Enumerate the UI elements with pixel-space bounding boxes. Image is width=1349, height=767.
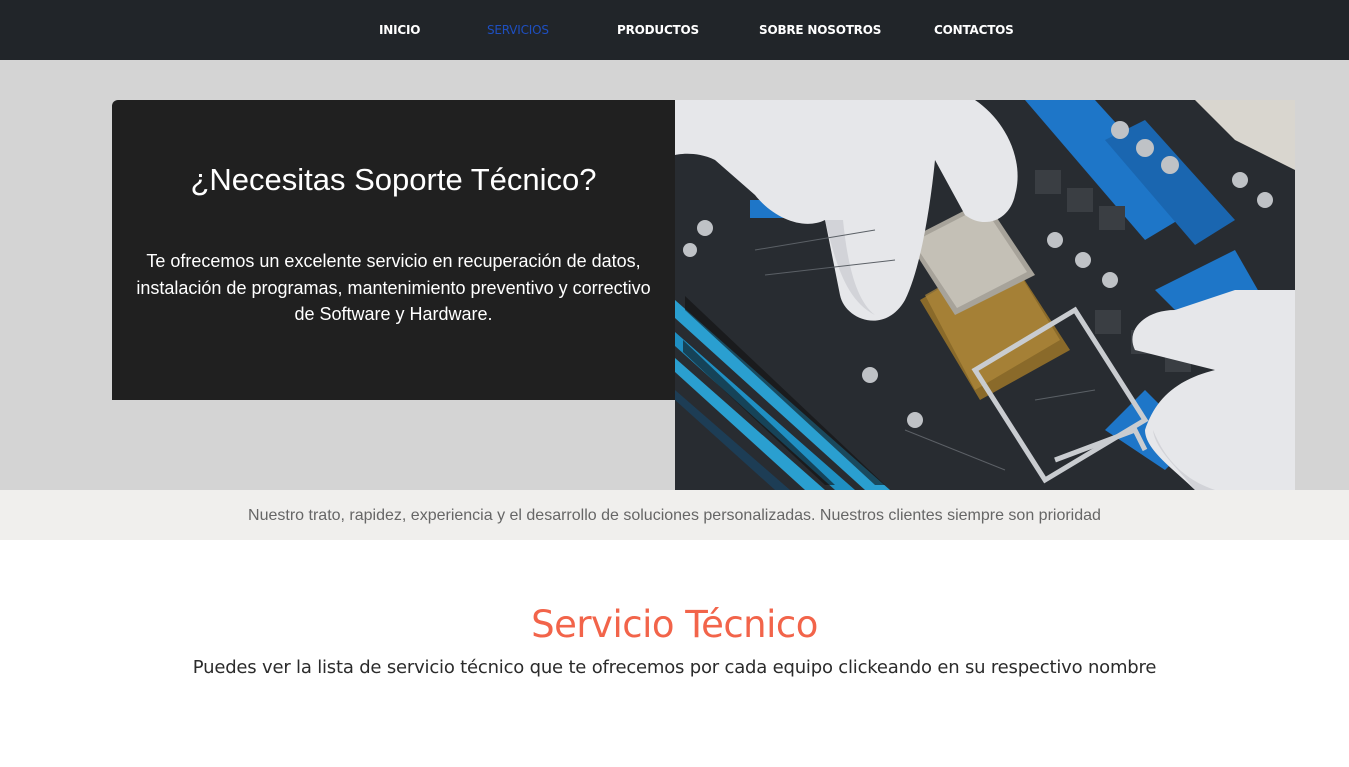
hero-section: ¿Necesitas Soporte Técnico? Te ofrecemos… [0,60,1349,490]
nav-item-productos[interactable]: PRODUCTOS [617,23,699,41]
hero-card: ¿Necesitas Soporte Técnico? Te ofrecemos… [112,100,675,400]
tagline-bar: Nuestro trato, rapidez, experiencia y el… [0,490,1349,540]
hero-description: Te ofrecemos un excelente servicio en re… [136,251,651,324]
nav-item-contactos[interactable]: CONTACTOS [934,23,1014,41]
nav-item-sobre-nosotros[interactable]: SOBRE NOSOTROS [759,23,881,41]
section-title: Servicio Técnico [531,603,818,646]
nav-item-inicio[interactable]: INICIO [379,23,420,41]
hero-title: ¿Necesitas Soporte Técnico? [190,162,597,197]
top-navbar: INICIO SERVICIOS PRODUCTOS SOBRE NOSOTRO… [0,0,1349,60]
motherboard-illustration [675,100,1295,490]
motherboard-repair-photo [675,100,1295,490]
nav-item-servicios[interactable]: SERVICIOS [487,23,549,41]
tagline-text: Nuestro trato, rapidez, experiencia y el… [248,507,1101,524]
section-subtitle: Puedes ver la lista de servicio técnico … [192,657,1157,678]
